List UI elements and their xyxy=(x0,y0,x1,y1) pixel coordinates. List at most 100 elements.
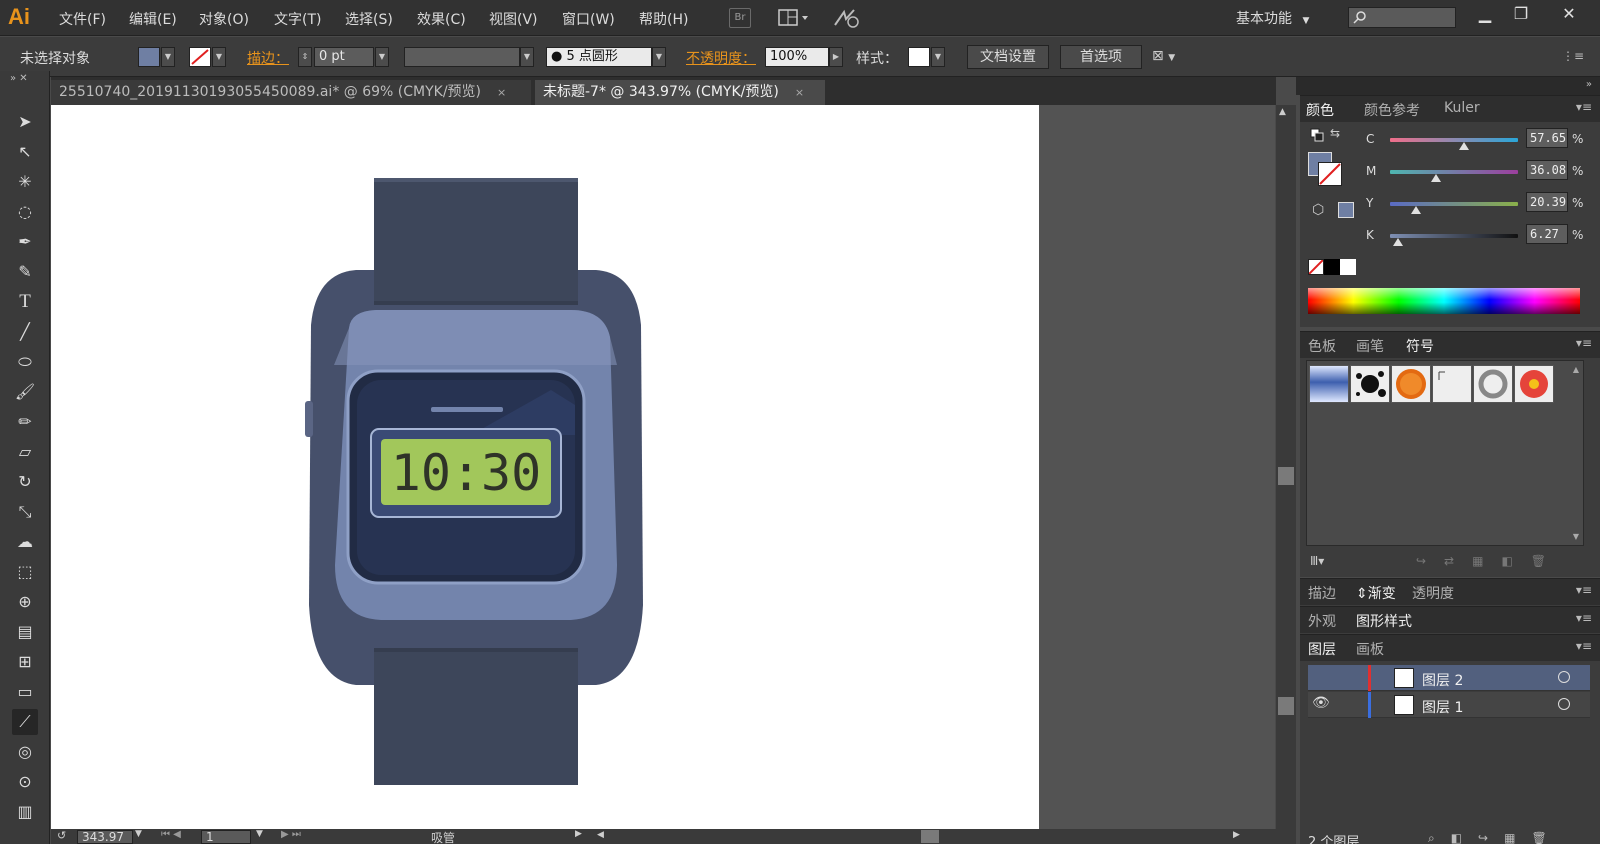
rotate-tool-icon[interactable]: ↻ xyxy=(12,469,38,495)
tab-kuler[interactable]: Kuler xyxy=(1444,100,1480,116)
scroll-down-icon[interactable]: ▼ xyxy=(1573,532,1579,541)
yellow-slider[interactable] xyxy=(1390,202,1518,206)
pen-tool-icon[interactable]: ✒ xyxy=(12,229,38,255)
symbol-flower[interactable] xyxy=(1514,365,1554,403)
vertical-scrollbar[interactable]: ▲ xyxy=(1276,105,1296,829)
stroke-label[interactable]: 描边： xyxy=(247,48,289,68)
panel-menu-icon[interactable]: ▾≡ xyxy=(1576,639,1592,653)
bridge-icon[interactable]: Br xyxy=(729,8,751,28)
restore-button[interactable]: ❐ xyxy=(1504,2,1538,28)
menu-file[interactable]: 文件(F) xyxy=(59,9,106,29)
tab-stroke[interactable]: 描边 xyxy=(1308,583,1336,603)
profile-dropdown[interactable]: ▼ xyxy=(520,47,534,67)
panel-menu-icon[interactable]: ▾≡ xyxy=(1576,336,1592,350)
artboard-dropdown-icon[interactable]: ▼ xyxy=(256,829,263,839)
eyedropper-tool-icon[interactable]: ⟋ xyxy=(12,709,38,735)
symbol-blue-banner[interactable] xyxy=(1309,365,1349,403)
cyan-value[interactable]: 57.65 xyxy=(1526,128,1568,148)
layer-name[interactable]: 图层 1 xyxy=(1422,697,1463,717)
collapse-icon[interactable]: » ✕ xyxy=(10,73,28,84)
target-circle-icon[interactable] xyxy=(1558,698,1570,710)
stroke-swatch[interactable] xyxy=(189,47,211,67)
warp-tool-icon[interactable]: ☁ xyxy=(12,529,38,555)
layer-row[interactable]: 图层 2 xyxy=(1308,665,1590,691)
search-field[interactable] xyxy=(1348,7,1456,28)
symbol-ring[interactable] xyxy=(1473,365,1513,403)
menu-window[interactable]: 窗口(W) xyxy=(562,9,615,29)
color-spectrum[interactable] xyxy=(1308,288,1580,314)
menu-type[interactable]: 文字(T) xyxy=(274,9,321,29)
blend-tool-icon[interactable]: ◎ xyxy=(12,739,38,765)
menu-effect[interactable]: 效果(C) xyxy=(417,9,466,29)
close-icon[interactable]: × xyxy=(497,86,506,99)
ellipse-tool-icon[interactable]: ⬭ xyxy=(12,349,38,375)
magenta-value[interactable]: 36.08 xyxy=(1526,160,1568,180)
fill-dropdown[interactable]: ▼ xyxy=(161,47,175,67)
watch-illustration[interactable]: 10:30 xyxy=(51,105,1039,829)
direct-selection-tool-icon[interactable]: ↖ xyxy=(12,139,38,165)
tab-graphic-styles[interactable]: 图形样式 xyxy=(1356,611,1412,631)
fill-swatch[interactable] xyxy=(138,47,160,67)
menu-view[interactable]: 视图(V) xyxy=(489,9,538,29)
magenta-thumb[interactable] xyxy=(1431,174,1442,182)
black-swatch[interactable] xyxy=(1324,259,1340,275)
magenta-slider[interactable] xyxy=(1390,170,1518,174)
yellow-thumb[interactable] xyxy=(1411,206,1422,214)
preferences-button[interactable]: 首选项 xyxy=(1060,45,1142,69)
tab-brushes[interactable]: 画笔 xyxy=(1356,336,1384,356)
stroke-dropdown[interactable]: ▼ xyxy=(212,47,226,67)
h-scroll-thumb[interactable] xyxy=(921,830,939,843)
tab-appearance[interactable]: 外观 xyxy=(1308,611,1336,631)
scale-tool-icon[interactable]: ⤡ xyxy=(12,499,38,525)
lasso-tool-icon[interactable]: ◌ xyxy=(12,199,38,225)
free-transform-tool-icon[interactable]: ⬚ xyxy=(12,559,38,585)
paintbrush-tool-icon[interactable]: 🖌 xyxy=(12,379,38,405)
zoom-field[interactable]: 343.97 xyxy=(77,830,133,844)
scroll-thumb-lower[interactable] xyxy=(1278,697,1294,715)
gpu-performance-icon[interactable] xyxy=(832,7,862,29)
black-thumb[interactable] xyxy=(1393,238,1404,246)
shape-builder-tool-icon[interactable]: ⊕ xyxy=(12,589,38,615)
eye-icon[interactable]: 👁 xyxy=(1312,695,1330,711)
variable-width-profile[interactable] xyxy=(404,47,520,67)
close-window-button[interactable]: ✕ xyxy=(1552,2,1586,28)
workspace-switcher[interactable]: 基本功能 ▼ xyxy=(1236,8,1309,28)
panel-menu-icon[interactable]: ⋮≡ xyxy=(1562,49,1584,63)
arrange-documents-icon[interactable] xyxy=(778,8,812,28)
panel-menu-icon[interactable]: ▾≡ xyxy=(1576,611,1592,625)
line-tool-icon[interactable]: ╱ xyxy=(12,319,38,345)
tab-layers[interactable]: 图层 xyxy=(1308,639,1336,659)
canvas[interactable]: 10:30 xyxy=(51,105,1275,829)
layer-actions-icon[interactable]: ⌕◧↪▦🗑 xyxy=(1428,831,1563,844)
stroke-weight-field[interactable]: 0 pt xyxy=(314,47,374,67)
gradient-tool-icon[interactable]: ▭ xyxy=(12,679,38,705)
menu-select[interactable]: 选择(S) xyxy=(345,9,393,29)
tab-color[interactable]: 颜色 xyxy=(1306,100,1334,120)
tab-symbols[interactable]: 符号 xyxy=(1406,336,1434,356)
document-setup-button[interactable]: 文档设置 xyxy=(967,45,1049,69)
symbol-sprayer-tool-icon[interactable]: ⊙ xyxy=(12,769,38,795)
symbol-ink-splat[interactable] xyxy=(1350,365,1390,403)
black-slider[interactable] xyxy=(1390,234,1518,238)
status-menu-icon[interactable]: ▶ xyxy=(575,829,582,839)
panel-menu-icon[interactable]: ▾≡ xyxy=(1576,100,1592,114)
tab-artboards[interactable]: 画板 xyxy=(1356,639,1384,659)
scroll-right-icon[interactable]: ▶ xyxy=(1233,830,1240,840)
layer-name[interactable]: 图层 2 xyxy=(1422,670,1463,690)
cyan-thumb[interactable] xyxy=(1458,142,1469,150)
scroll-up-icon[interactable]: ▲ xyxy=(1279,107,1286,117)
symbol-orange-button[interactable] xyxy=(1391,365,1431,403)
eraser-tool-icon[interactable]: ▱ xyxy=(12,439,38,465)
menu-object[interactable]: 对象(O) xyxy=(199,9,249,29)
visibility-toggle[interactable] xyxy=(1312,669,1332,687)
symbol-frame[interactable] xyxy=(1432,365,1472,403)
brush-definition[interactable]: ● 5 点圆形 xyxy=(546,47,652,67)
stroke-weight-stepper[interactable]: ⇕ xyxy=(298,47,312,67)
mesh-tool-icon[interactable]: ⊞ xyxy=(12,649,38,675)
pencil-tool-icon[interactable]: ✏ xyxy=(12,409,38,435)
graphic-style-dropdown[interactable]: ▼ xyxy=(931,47,945,67)
opacity-label[interactable]: 不透明度： xyxy=(686,48,756,68)
curvature-tool-icon[interactable]: ✎ xyxy=(12,259,38,285)
yellow-value[interactable]: 20.39 xyxy=(1526,192,1568,212)
opacity-slider-toggle[interactable]: ▶ xyxy=(829,47,843,67)
